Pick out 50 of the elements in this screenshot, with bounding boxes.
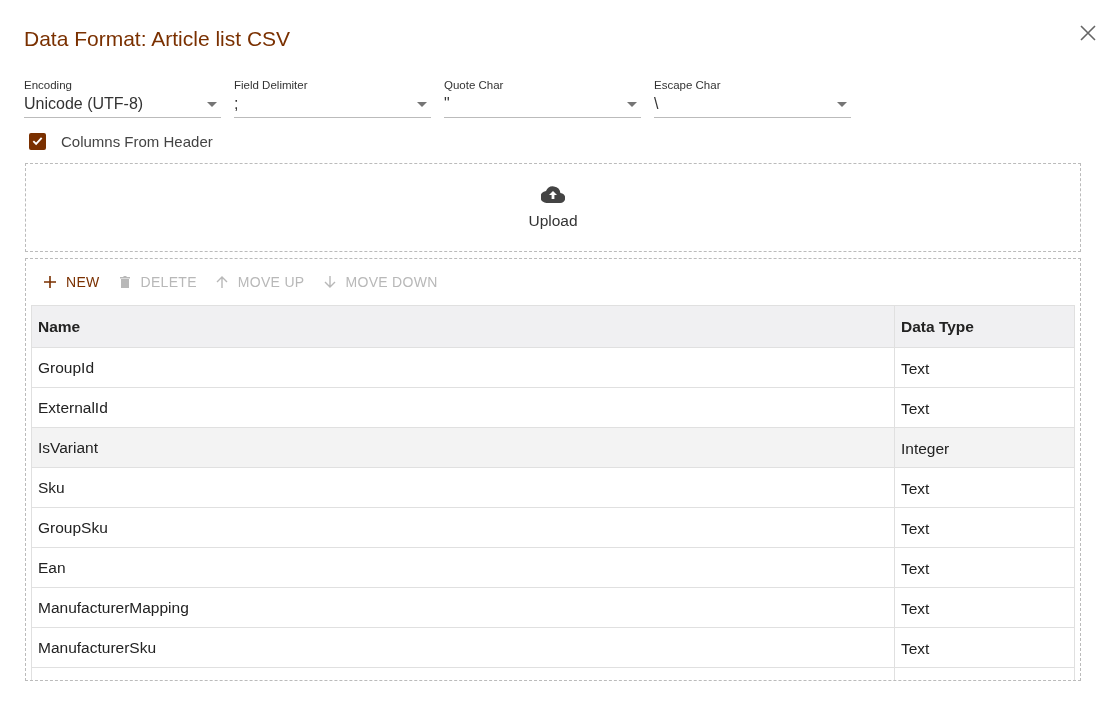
- table-cell: GroupSku: [31, 507, 895, 548]
- plus-icon: [43, 275, 57, 289]
- table-cell: Text: [894, 387, 1075, 428]
- column-header[interactable]: Name: [31, 305, 895, 348]
- table-row[interactable]: GroupId Text: [31, 347, 1075, 388]
- table-row[interactable]: GroupSku Text: [31, 507, 1075, 548]
- column-header[interactable]: Data Type: [894, 305, 1075, 348]
- dropdown-caret-icon: [837, 101, 847, 107]
- table-cell: Text: [894, 467, 1075, 508]
- dialog-title: Data Format: Article list CSV: [24, 27, 291, 51]
- table-cell: ExternalId: [31, 387, 895, 428]
- close-button[interactable]: [1079, 24, 1097, 42]
- table-cell: GroupId: [31, 347, 895, 388]
- table-cell: Ean: [31, 547, 895, 588]
- dropdown-field[interactable]: ": [444, 91, 641, 118]
- table-cell: IsVariant: [31, 427, 895, 468]
- table-cell: ManufacturerMapping: [31, 587, 895, 628]
- table-row[interactable]: IsVariant Integer: [31, 427, 1075, 468]
- table-row[interactable]: Sku Text: [31, 467, 1075, 508]
- table-cell: ManufacturerSku: [31, 627, 895, 668]
- dropdown-field[interactable]: ;: [234, 91, 431, 118]
- field-label: Field Delimiter: [234, 79, 308, 91]
- dropdown-field[interactable]: Unicode (UTF-8): [24, 91, 221, 118]
- table-cell: Integer: [894, 427, 1075, 468]
- checkbox[interactable]: [29, 132, 46, 150]
- table-row[interactable]: ManufacturerSku Text: [31, 627, 1075, 668]
- field-label: Encoding: [24, 79, 72, 91]
- dropdown-caret-icon: [207, 101, 217, 107]
- table-cell: Text: [894, 507, 1075, 548]
- table-cell: Sku: [31, 467, 895, 508]
- table-row[interactable]: ManufacturerMapping Text: [31, 587, 1075, 628]
- dropdown-field[interactable]: \: [654, 91, 851, 118]
- table-row[interactable]: ExternalId Text: [31, 387, 1075, 428]
- arrow-up-icon: [214, 275, 229, 289]
- cloud-upload-icon: [541, 185, 565, 204]
- upload-dropzone[interactable]: Upload: [25, 163, 1081, 252]
- table-cell: Text: [894, 587, 1075, 628]
- field-label: Escape Char: [654, 79, 721, 91]
- table-row[interactable]: Ean Text: [31, 547, 1075, 588]
- table-cell: Text: [894, 347, 1075, 388]
- arrow-down-icon: [322, 275, 337, 289]
- dropdown-caret-icon: [417, 101, 427, 107]
- toolbar-button[interactable]: NEW: [37, 270, 106, 294]
- table-cell: Text: [894, 547, 1075, 588]
- dropdown-caret-icon: [627, 101, 637, 107]
- checkbox-label: Columns From Header: [61, 132, 213, 150]
- upload-label: Upload: [528, 211, 578, 230]
- field-label: Quote Char: [444, 79, 504, 91]
- table-cell: Text: [894, 627, 1075, 668]
- trash-icon: [117, 275, 132, 289]
